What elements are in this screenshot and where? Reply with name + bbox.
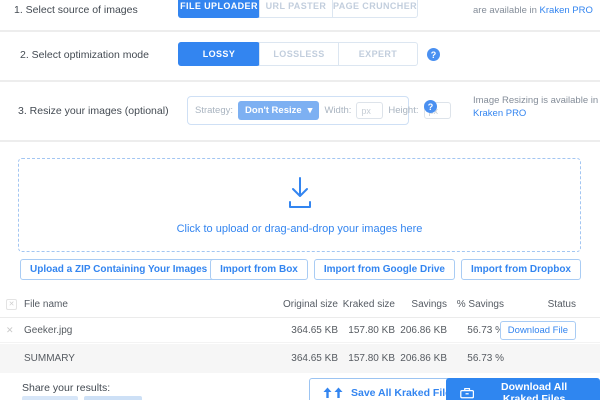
- tab-expert[interactable]: EXPERT: [338, 43, 417, 65]
- summary-original-size: 364.65 KB: [258, 353, 338, 364]
- strategy-label: Strategy:: [195, 105, 233, 116]
- kraked-size-value: 157.80 KB: [338, 325, 395, 336]
- original-size-value: 364.65 KB: [258, 325, 338, 336]
- mode-tabs: LOSSY LOSSLESS EXPERT: [178, 42, 418, 66]
- resize-help-icon[interactable]: ?: [424, 100, 437, 113]
- strategy-value: Don't Resize: [245, 105, 302, 116]
- summary-kraked-size: 157.80 KB: [338, 353, 395, 364]
- col-pct-savings: % Savings: [447, 299, 504, 310]
- dropzone-text: Click to upload or drag-and-drop your im…: [177, 223, 423, 235]
- upload-zip-button[interactable]: Upload a ZIP Containing Your Images: [20, 259, 217, 280]
- step1-note-text: are available in: [473, 5, 540, 16]
- col-original-size: Original size: [258, 299, 338, 310]
- chevron-down-icon: ▾: [308, 105, 313, 116]
- mode-help-icon[interactable]: ?: [427, 48, 440, 61]
- tab-lossy[interactable]: LOSSY: [178, 42, 260, 66]
- divider: [0, 30, 600, 32]
- source-tabs: FILE UPLOADER URL PASTER PAGE CRUNCHER: [178, 0, 418, 18]
- results-table: ✕ File name Original size Kraked size Sa…: [0, 292, 600, 373]
- width-label: Width:: [324, 105, 351, 116]
- summary-label: SUMMARY: [24, 353, 258, 364]
- divider: [0, 140, 600, 142]
- download-all-label: Download All Kraked Files: [482, 381, 586, 400]
- import-buttons: Import from Box Import from Google Drive…: [210, 259, 581, 280]
- table-header-row: ✕ File name Original size Kraked size Sa…: [0, 292, 600, 318]
- resize-note-text: Image Resizing is available in: [473, 95, 598, 106]
- strategy-dropdown[interactable]: Don't Resize ▾: [238, 101, 319, 120]
- col-status: Status: [504, 299, 576, 310]
- summary-row: SUMMARY 364.65 KB 157.80 KB 206.86 KB 56…: [0, 344, 600, 373]
- tab-page-cruncher[interactable]: PAGE CRUNCHER: [332, 0, 417, 17]
- resize-options-box: Strategy: Don't Resize ▾ Width: Height:: [187, 96, 409, 125]
- summary-pct-savings: 56.73 %: [447, 353, 504, 364]
- file-name: Geeker.jpg: [24, 325, 258, 336]
- download-all-kraked-files-button[interactable]: Download All Kraked Files: [446, 378, 600, 400]
- select-all-close-icon[interactable]: ✕: [6, 299, 17, 310]
- download-file-button[interactable]: Download File: [500, 321, 576, 340]
- step3-label: 3. Resize your images (optional): [18, 105, 169, 117]
- col-kraked-size: Kraked size: [338, 299, 395, 310]
- kraken-optimizer-page: 1. Select source of images FILE UPLOADER…: [0, 0, 600, 400]
- share-results-label: Share your results:: [22, 382, 110, 394]
- tab-lossless[interactable]: LOSSLESS: [259, 43, 338, 65]
- step2-label: 2. Select optimization mode: [20, 49, 149, 61]
- savings-value: 206.86 KB: [395, 325, 447, 336]
- share-button-partial[interactable]: [84, 396, 142, 400]
- share-button-partial[interactable]: [22, 396, 78, 400]
- tab-file-uploader[interactable]: FILE UPLOADER: [178, 0, 260, 18]
- save-all-label: Save All Kraked Files: [351, 387, 457, 399]
- upload-arrows-icon: [323, 386, 343, 399]
- kraken-pro-link[interactable]: Kraken PRO: [540, 5, 593, 16]
- col-savings: Savings: [395, 299, 447, 310]
- height-label: Height:: [388, 105, 418, 116]
- step1-label: 1. Select source of images: [14, 4, 138, 16]
- remove-file-icon[interactable]: ✕: [6, 325, 24, 336]
- divider: [0, 80, 600, 82]
- import-box-button[interactable]: Import from Box: [210, 259, 308, 280]
- import-dropbox-button[interactable]: Import from Dropbox: [461, 259, 581, 280]
- pct-savings-value: 56.73 %: [447, 325, 504, 336]
- download-arrow-icon: [279, 176, 321, 210]
- col-file-name: File name: [24, 299, 258, 310]
- tab-url-paster[interactable]: URL PASTER: [259, 0, 332, 17]
- resize-pro-note: Image Resizing is available in Kraken PR…: [473, 94, 598, 120]
- archive-box-icon: [460, 386, 474, 400]
- upload-dropzone[interactable]: Click to upload or drag-and-drop your im…: [18, 158, 581, 252]
- width-input[interactable]: [356, 102, 383, 119]
- kraken-pro-link[interactable]: Kraken PRO: [473, 108, 526, 119]
- step1-pro-note: are available in Kraken PRO: [473, 4, 593, 17]
- table-row: ✕ Geeker.jpg 364.65 KB 157.80 KB 206.86 …: [0, 318, 600, 343]
- summary-savings: 206.86 KB: [395, 353, 447, 364]
- import-google-drive-button[interactable]: Import from Google Drive: [314, 259, 455, 280]
